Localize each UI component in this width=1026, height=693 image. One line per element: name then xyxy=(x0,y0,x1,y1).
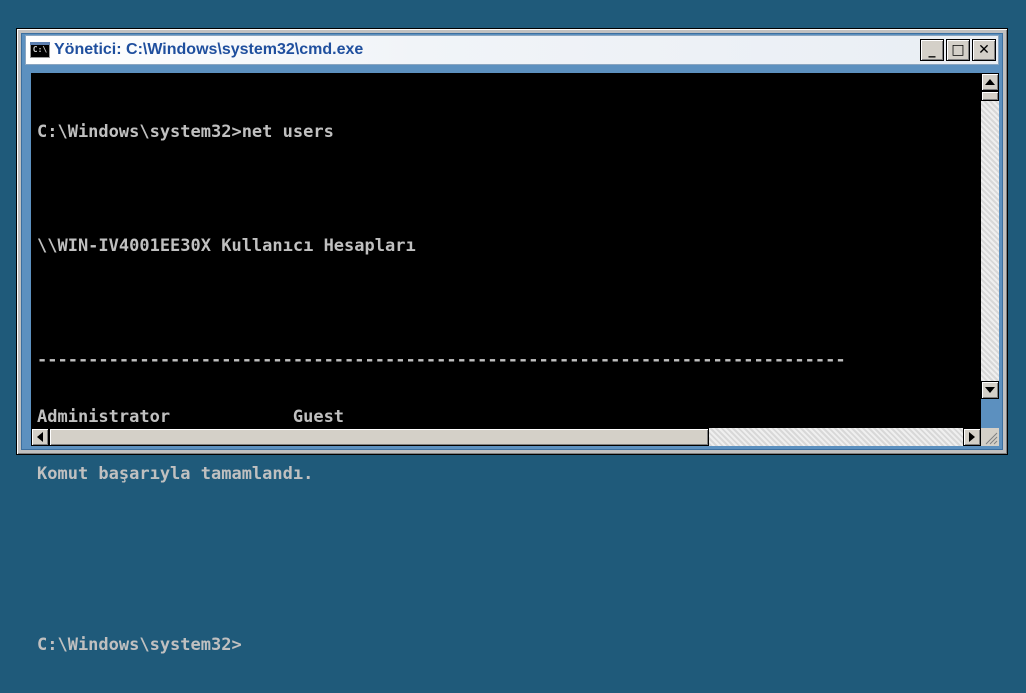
scroll-left-button[interactable] xyxy=(31,428,49,446)
console-line: \\WIN-IV4001EE30X Kullanıcı Hesapları xyxy=(37,236,416,256)
console-line: C:\Windows\system32> xyxy=(37,635,242,655)
scroll-up-button[interactable] xyxy=(981,73,999,91)
window-controls: _ □ ✕ xyxy=(920,39,996,61)
title-bar[interactable]: C:\ Yönetici: C:\Windows\system32\cmd.ex… xyxy=(25,35,999,65)
console-line: Administrator Guest xyxy=(37,407,345,427)
resize-grip[interactable] xyxy=(981,428,999,446)
arrow-right-icon xyxy=(969,432,975,442)
resize-grip-icon xyxy=(985,432,998,445)
close-button[interactable]: ✕ xyxy=(972,39,996,61)
arrow-up-icon xyxy=(985,79,995,85)
vertical-scroll-thumb[interactable] xyxy=(981,91,999,101)
scroll-right-button[interactable] xyxy=(963,428,981,446)
vertical-scrollbar[interactable] xyxy=(981,73,999,399)
console-area[interactable]: C:\Windows\system32>net users \\WIN-IV40… xyxy=(31,73,981,655)
cmd-window: C:\ Yönetici: C:\Windows\system32\cmd.ex… xyxy=(16,28,1008,655)
horizontal-scrollbar[interactable] xyxy=(31,428,981,446)
cmd-icon[interactable]: C:\ xyxy=(30,42,50,58)
maximize-icon: □ xyxy=(951,42,965,58)
window-title: Yönetici: C:\Windows\system32\cmd.exe xyxy=(54,41,364,58)
minimize-icon: _ xyxy=(928,42,936,58)
minimize-button[interactable]: _ xyxy=(920,39,944,61)
close-icon: ✕ xyxy=(978,42,990,58)
console-line: ----------------------------------------… xyxy=(37,350,846,370)
maximize-button[interactable]: □ xyxy=(946,39,970,61)
horizontal-scroll-thumb[interactable] xyxy=(49,428,709,446)
arrow-left-icon xyxy=(37,432,43,442)
console-line: Komut başarıyla tamamlandı. xyxy=(37,464,314,484)
arrow-down-icon xyxy=(985,387,995,393)
console-line: C:\Windows\system32>net users xyxy=(37,122,334,142)
console-output: C:\Windows\system32>net users \\WIN-IV40… xyxy=(37,85,981,655)
scroll-down-button[interactable] xyxy=(981,381,999,399)
